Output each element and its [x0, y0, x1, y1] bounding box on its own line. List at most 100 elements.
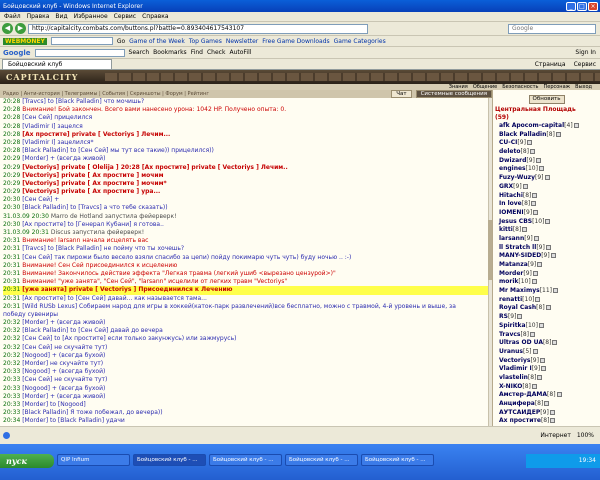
menu-favorites[interactable]: Избранное — [74, 13, 108, 20]
user-list-item[interactable]: IOMENI[9] — [493, 209, 600, 218]
search-input[interactable]: Google — [508, 23, 596, 34]
user-nick[interactable]: RS — [499, 313, 508, 320]
game-subnav[interactable]: Радио | Анти-история | Телеграммы | Собы… — [0, 91, 209, 97]
task-browser-3[interactable]: Бойцовский клуб - ... — [285, 454, 358, 466]
google-search-button[interactable]: Search — [129, 49, 150, 56]
signin-button[interactable]: Sign In — [575, 49, 600, 56]
toolbar-search-input[interactable] — [50, 37, 113, 45]
user-nick[interactable]: Амстер-ДАМА — [499, 391, 547, 398]
user-nick[interactable]: Morder — [499, 270, 523, 277]
user-list-item[interactable]: Travcs[8] — [493, 331, 600, 340]
check-button[interactable]: Check — [207, 49, 225, 56]
user-list-item[interactable]: afk Apocom-capital[4] — [493, 122, 600, 131]
address-input[interactable]: http://capitalcity.combats.com/buttons.p… — [28, 23, 368, 34]
user-nick[interactable]: Vectoriys — [499, 357, 530, 364]
chat-timestamp[interactable]: 20:30 — [3, 196, 20, 203]
tab-fight-club[interactable]: Бойцовский клуб — [2, 59, 112, 69]
info-icon[interactable] — [539, 357, 545, 363]
user-list-item[interactable]: Fuzy-Wuzy[9] — [493, 174, 600, 183]
info-icon[interactable] — [529, 149, 535, 155]
user-nick[interactable]: АУТСАЙДЕР — [499, 409, 540, 416]
user-list-item[interactable]: Vectoriys[9] — [493, 357, 600, 366]
user-nick[interactable]: Matanza — [499, 261, 528, 268]
info-icon[interactable] — [550, 253, 556, 259]
info-icon[interactable] — [532, 192, 538, 198]
info-icon[interactable] — [526, 140, 532, 146]
user-nick[interactable]: Ах простите — [499, 417, 541, 424]
user-list-item[interactable]: Spiritka[10] — [493, 322, 600, 331]
zoom-level[interactable]: 100% — [577, 432, 600, 439]
user-list-item[interactable]: Анцифера[8] — [493, 400, 600, 409]
user-nick[interactable]: Royal Cash — [499, 304, 536, 311]
info-icon[interactable] — [555, 131, 561, 137]
user-list-item[interactable]: MANY-SIDED[9] — [493, 252, 600, 261]
user-nick[interactable]: afk Apocom-capital — [499, 122, 564, 129]
page-menu[interactable]: Страница — [535, 61, 566, 68]
user-list-item[interactable]: kitti[8] — [493, 226, 600, 235]
user-list-item[interactable]: АУТСАЙДЕР[9] — [493, 409, 600, 418]
chat-timestamp[interactable]: 20:32 — [3, 344, 20, 351]
chat-timestamp[interactable]: 20:33 — [3, 385, 20, 392]
info-icon[interactable] — [538, 322, 544, 328]
info-icon[interactable] — [535, 157, 541, 163]
info-icon[interactable] — [531, 201, 537, 207]
info-icon[interactable] — [533, 209, 539, 215]
webmoney-logo[interactable]: WEBMONEY — [3, 37, 47, 45]
task-browser-1[interactable]: Бойцовский клуб - ... — [133, 454, 206, 466]
chat-timestamp[interactable]: 20:28 — [3, 106, 20, 113]
top-games-link[interactable]: Top Games — [189, 38, 222, 45]
user-list-item[interactable]: Dwizard[9] — [493, 157, 600, 166]
close-button[interactable]: × — [588, 1, 598, 11]
user-nick[interactable]: deleto — [499, 148, 520, 155]
user-nick[interactable]: larsann — [499, 235, 524, 242]
chat-timestamp[interactable]: 20:33 — [3, 376, 20, 383]
info-icon[interactable] — [532, 270, 538, 276]
info-icon[interactable] — [549, 409, 555, 415]
user-nick[interactable]: In love — [499, 200, 522, 207]
user-nick[interactable]: engines — [499, 165, 526, 172]
chat-timestamp[interactable]: 20:28 — [3, 131, 20, 138]
user-list-item[interactable]: In love[8] — [493, 200, 600, 209]
user-nick[interactable]: Hitachi — [499, 192, 523, 199]
user-nick[interactable]: IOMENI — [499, 209, 524, 216]
menu-view[interactable]: Вид — [55, 13, 67, 20]
chat-timestamp[interactable]: 20:29 — [3, 164, 20, 171]
user-list-item[interactable]: GRX[9] — [493, 183, 600, 192]
info-icon[interactable] — [556, 392, 562, 398]
user-list-item[interactable]: vlastelin[8] — [493, 374, 600, 383]
chat-timestamp[interactable]: 20:28 — [3, 147, 20, 154]
user-nick[interactable]: Uranus — [499, 348, 523, 355]
user-list-item[interactable]: Ultras OD UA[8] — [493, 339, 600, 348]
find-button[interactable]: Find — [191, 49, 203, 56]
info-icon[interactable] — [545, 305, 551, 311]
game-of-week-link[interactable]: Game of the Week — [129, 38, 185, 45]
info-icon[interactable] — [544, 401, 550, 406]
user-nick[interactable]: X-NIKO — [499, 383, 522, 390]
user-nick[interactable]: Jesus CBS — [499, 218, 532, 225]
chat-timestamp[interactable]: 20:29 — [3, 155, 20, 162]
task-browser-4[interactable]: Бойцовский клуб - ... — [361, 454, 434, 466]
info-icon[interactable] — [545, 244, 551, 250]
menu-tools[interactable]: Сервис — [114, 13, 136, 20]
info-icon[interactable] — [522, 183, 528, 189]
chat-timestamp[interactable]: 20:32 — [3, 319, 20, 326]
chat-timestamp[interactable]: 20:28 — [3, 114, 20, 121]
user-nick[interactable]: Fuzy-Wuzy — [499, 174, 535, 181]
info-icon[interactable] — [537, 262, 543, 267]
user-list-item[interactable]: engines[10] — [493, 165, 600, 174]
info-icon[interactable] — [532, 348, 538, 354]
tools-menu[interactable]: Сервис — [574, 61, 596, 68]
chat-timestamp[interactable]: 20:31 — [3, 237, 20, 244]
chat-timestamp[interactable]: 20:31 — [3, 278, 20, 285]
free-downloads-link[interactable]: Free Game Downloads — [262, 38, 329, 45]
user-list-item[interactable]: renatti[10] — [493, 296, 600, 305]
google-search-input[interactable] — [34, 48, 125, 57]
chat-timestamp[interactable]: 20:31 — [3, 270, 20, 277]
user-list-item[interactable]: Vladimir I[9] — [493, 365, 600, 374]
forward-button[interactable]: ▶ — [15, 23, 26, 34]
menu-help[interactable]: Справка — [142, 13, 168, 20]
user-list-item[interactable]: Ах простите[8] — [493, 417, 600, 426]
user-nick[interactable]: morik — [499, 278, 518, 285]
user-nick[interactable]: Mr Maximys — [499, 287, 540, 294]
chat-timestamp[interactable]: 20:32 — [3, 360, 20, 367]
